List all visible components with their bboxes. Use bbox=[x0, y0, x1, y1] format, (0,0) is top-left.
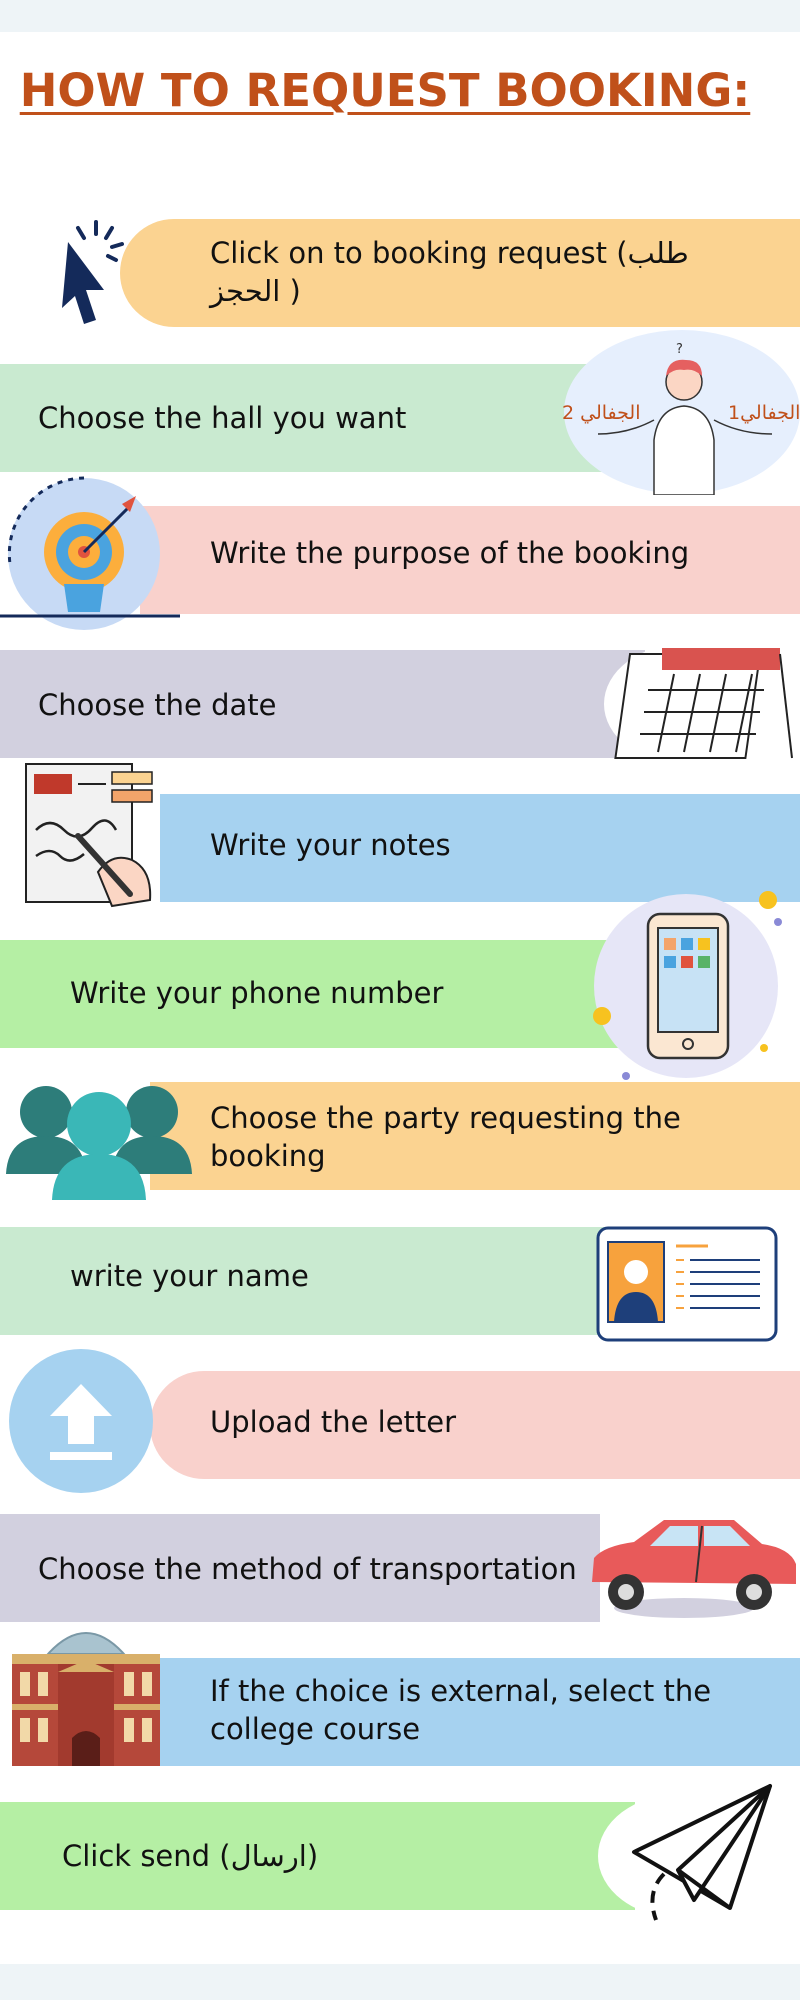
writing-hand-icon bbox=[20, 760, 170, 910]
group-people-icon bbox=[6, 1084, 192, 1200]
bottom-strip bbox=[0, 1964, 800, 2000]
step-text-9: Upload the letter bbox=[210, 1405, 457, 1439]
step-text-11: If the choice is external, select the co… bbox=[210, 1674, 712, 1746]
hall-option-2-label: الجفالي 2 bbox=[562, 402, 641, 424]
step-text-5: Write your notes bbox=[210, 828, 451, 862]
calendar-icon bbox=[604, 640, 794, 764]
paper-plane-icon bbox=[598, 1782, 800, 1922]
cursor-click-icon bbox=[38, 212, 138, 342]
page-title: HOW TO REQUEST BOOKING: bbox=[19, 64, 751, 117]
idea-target-bulb-icon bbox=[0, 474, 180, 634]
car-icon bbox=[584, 1512, 800, 1620]
step-text-1: Click on to booking request (طلب الحجز ) bbox=[210, 236, 689, 308]
smartphone-icon bbox=[586, 886, 800, 1086]
id-card-icon bbox=[596, 1226, 778, 1342]
hall-option-1-label: الجفالي1 bbox=[728, 402, 800, 424]
step-text-6: Write your phone number bbox=[70, 976, 444, 1010]
step-text-8: write your name bbox=[70, 1259, 309, 1293]
step-text-7: Choose the party requesting the booking bbox=[210, 1101, 681, 1173]
top-strip bbox=[0, 0, 800, 32]
step-text-2: Choose the hall you want bbox=[38, 401, 407, 435]
upload-icon bbox=[8, 1348, 154, 1494]
step-text-10: Choose the method of transportation bbox=[38, 1552, 577, 1586]
step-text-12: Click send (ارسال) bbox=[62, 1839, 319, 1873]
college-building-icon bbox=[8, 1612, 164, 1768]
step-text-3: Write the purpose of the booking bbox=[210, 536, 690, 570]
step-text-4: Choose the date bbox=[38, 688, 277, 722]
question-mark: ? bbox=[676, 342, 683, 357]
